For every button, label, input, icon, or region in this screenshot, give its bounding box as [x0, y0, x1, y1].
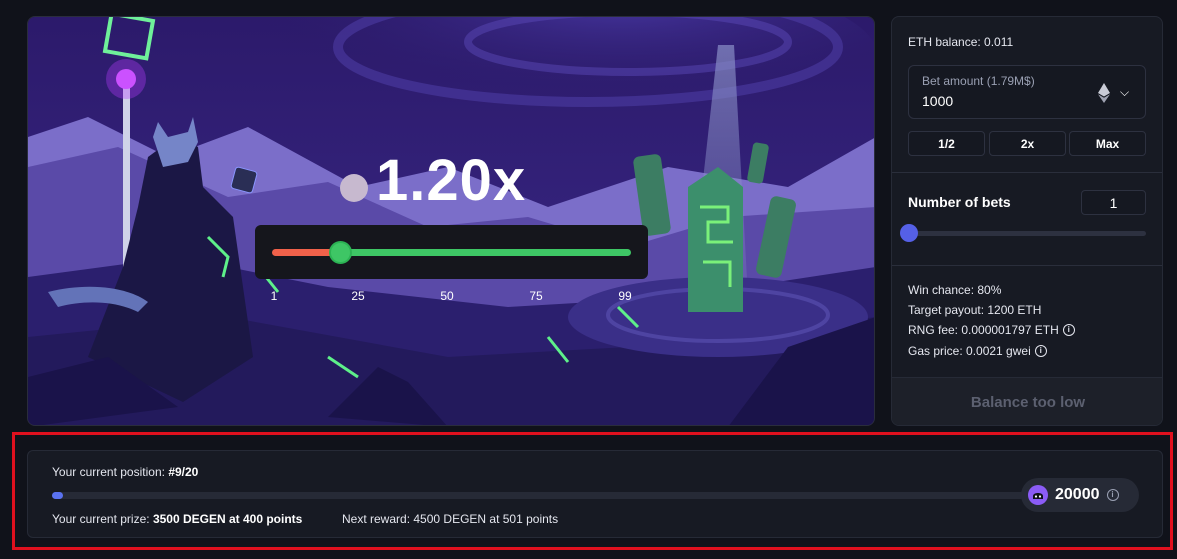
number-of-bets-slider[interactable]	[908, 231, 1146, 236]
rng-fee: RNG fee: 0.000001797 ETH i	[908, 323, 1075, 337]
slider-tick-label: 1	[270, 289, 278, 303]
dice-game-page: 1.20x 1 25 50 75 99 ETH balance: 0.011 B…	[0, 0, 1177, 559]
multiplier-display: 1.20x	[340, 147, 526, 214]
current-position: Your current position: #9/20	[52, 465, 199, 479]
game-scene: 1.20x 1 25 50 75 99	[27, 16, 875, 426]
win-chance: Win chance: 80%	[908, 283, 1002, 297]
degen-hat-icon	[1028, 485, 1048, 505]
gas-price: Gas price: 0.0021 gwei i	[908, 344, 1047, 358]
next-reward: Next reward: 4500 DEGEN at 501 points	[342, 512, 559, 526]
bet-amount-label: Bet amount (1.79M$)	[922, 74, 1035, 88]
bet-panel: ETH balance: 0.011 Bet amount (1.79M$) 1…	[891, 16, 1163, 426]
points-badge: 20000 i	[1021, 478, 1139, 512]
points-progress-bar	[52, 492, 1024, 499]
bet-amount-input[interactable]: Bet amount (1.79M$) 1000 ⌵	[908, 65, 1146, 119]
number-of-bets-input[interactable]: 1	[1081, 190, 1146, 215]
max-bet-button[interactable]: Max	[1069, 131, 1146, 156]
slider-handle[interactable]	[329, 241, 352, 264]
points-value: 20000	[1055, 486, 1100, 503]
info-icon[interactable]: i	[1106, 489, 1119, 501]
divider	[892, 172, 1162, 173]
current-prize: Your current prize: 3500 DEGEN at 400 po…	[52, 512, 303, 526]
eth-balance: ETH balance: 0.011	[908, 35, 1014, 49]
place-bet-button[interactable]: Balance too low	[892, 377, 1162, 425]
roll-slider[interactable]	[255, 225, 648, 279]
number-of-bets-label: Number of bets	[908, 194, 1011, 210]
wizard-landscape-illustration	[28, 17, 874, 425]
multiplier-value: 1.20x	[376, 148, 527, 213]
double-bet-button[interactable]: 2x	[989, 131, 1066, 156]
slider-win-range	[341, 249, 631, 256]
chevron-down-icon[interactable]: ⌵	[1120, 85, 1129, 100]
slider-tick-label: 50	[440, 289, 454, 303]
info-icon[interactable]: i	[1062, 324, 1075, 336]
slider-tick-label: 75	[529, 289, 543, 303]
half-bet-button[interactable]: 1/2	[908, 131, 985, 156]
number-of-bets-handle[interactable]	[900, 224, 918, 242]
slider-tick-label: 25	[351, 289, 365, 303]
bet-amount-value: 1000	[922, 93, 954, 109]
divider	[892, 265, 1162, 266]
target-payout: Target payout: 1200 ETH	[908, 303, 1042, 317]
result-dot	[340, 173, 368, 202]
leaderboard-progress: Your current position: #9/20 Your curren…	[27, 450, 1163, 538]
slider-tick-label: 99	[618, 289, 632, 303]
ethereum-icon	[1098, 83, 1110, 103]
info-icon[interactable]: i	[1034, 345, 1047, 357]
points-progress-fill	[52, 492, 63, 499]
